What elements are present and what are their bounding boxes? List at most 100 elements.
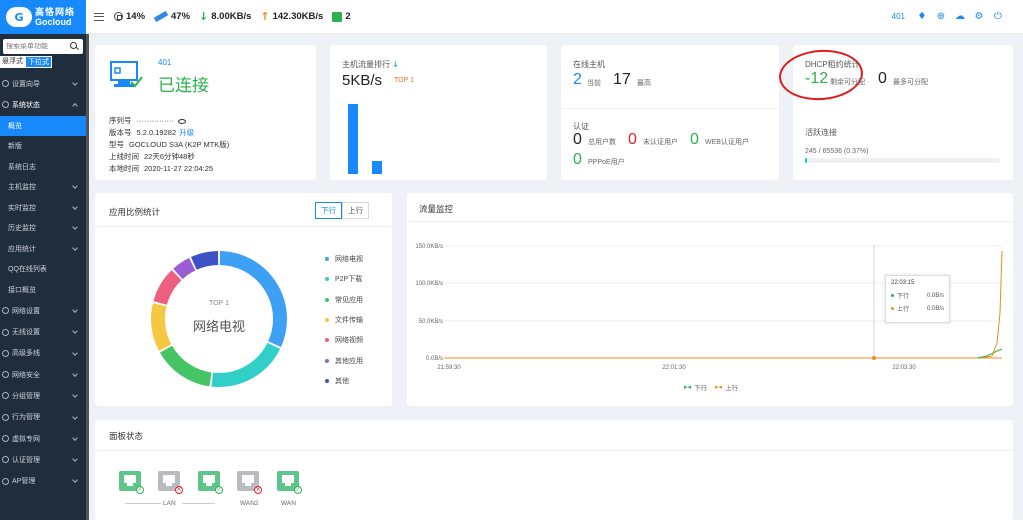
menu-item-icon <box>2 435 9 443</box>
brand-name-cn: 高恪网络 <box>35 7 76 17</box>
direction-tabs: 下行 上行 <box>315 202 369 219</box>
flow-ranking-title[interactable]: 主机流量排行 ↓ <box>342 59 399 70</box>
chevron-down-icon <box>72 477 78 484</box>
sidebar-item-label: 实时监控 <box>8 204 36 212</box>
sidebar-item-8[interactable]: 应用统计 <box>0 239 86 260</box>
online-hosts-title: 在线主机 <box>573 60 605 69</box>
chart-hover-point <box>872 356 876 360</box>
sidebar-item-10[interactable]: 接口概览 <box>0 280 86 301</box>
sidebar-item-label: 网络设置 <box>12 307 40 315</box>
sidebar-item-13[interactable]: 高级多线 <box>0 343 86 364</box>
lan-label: LAN <box>163 500 176 507</box>
donut-segment[interactable] <box>159 345 212 387</box>
legend-download[interactable]: ▸◂ 下行 <box>684 382 707 392</box>
donut-segment[interactable] <box>173 257 196 280</box>
web-users-label: WEB认证用户 <box>705 139 749 146</box>
donut-segment[interactable] <box>151 303 172 351</box>
chart-y-ticks: 150.0KB/s 100.0KB/s 50.0KB/s 0.0B/s <box>415 244 443 362</box>
ethernet-port-icon[interactable]: ✓ <box>119 471 144 494</box>
x-tick-label: 21:59:30 <box>437 365 461 371</box>
legend-item[interactable]: 其他应用 <box>325 350 363 370</box>
sidebar-item-7[interactable]: 历史监控 <box>0 218 86 239</box>
search-icon[interactable] <box>70 42 79 51</box>
legend-item[interactable]: 网络电视 <box>325 249 363 269</box>
sidebar-item-19[interactable]: AP管理 <box>0 470 86 491</box>
legend-item[interactable]: 网络视频 <box>325 330 363 350</box>
tab-upload[interactable]: 上行 <box>342 202 369 219</box>
menu-item-icon <box>2 349 9 357</box>
legend-dot <box>325 338 329 343</box>
uptime-row: 上线时间 22天6分钟48秒 <box>109 152 195 161</box>
tab-download[interactable]: 下行 <box>315 202 342 219</box>
app-legend: 网络电视 P2P下载 常见应用 文件传输 网络视频 其他应用 其他 <box>325 249 363 391</box>
menu-item-icon <box>2 456 9 464</box>
host-traffic-ranking-card: 主机流量排行 ↓ 5KB/s TOP 1 <box>330 45 547 180</box>
donut-segment[interactable] <box>153 270 182 306</box>
sidebar-scrollbar[interactable] <box>86 34 89 520</box>
status-count[interactable]: 401 <box>158 58 171 67</box>
gear-icon[interactable]: ⚙ <box>974 11 984 22</box>
legend-item[interactable]: 常见应用 <box>325 290 363 310</box>
localtime-row: 本地时间 2020-11-27 22:04:25 <box>109 164 214 173</box>
sidebar-item-3[interactable]: 新版 <box>0 136 86 157</box>
sidebar-item-15[interactable]: 分组管理 <box>0 385 86 406</box>
sidebar-item-14[interactable]: 网络安全 <box>0 364 86 385</box>
sidebar-item-0[interactable]: 设置向导 <box>0 73 86 94</box>
ethernet-port-icon[interactable]: × <box>237 471 262 494</box>
max-leases-value: 0 <box>878 70 887 87</box>
donut-segment[interactable] <box>211 342 281 387</box>
chevron-down-icon <box>72 224 78 230</box>
sidebar-item-4[interactable]: 系统日志 <box>0 157 86 178</box>
legend-upload[interactable]: ▸◂ 上行 <box>715 382 738 392</box>
sidebar-item-11[interactable]: 网络设置 <box>0 300 86 321</box>
chevron-down-icon <box>72 244 78 251</box>
menu-item-icon <box>2 413 9 421</box>
sidebar-item-2[interactable]: 概览 <box>0 115 86 137</box>
sidebar-item-12[interactable]: 无线设置 <box>0 321 86 342</box>
y-tick-label: 0.0B/s <box>426 356 443 362</box>
sidebar-item-label: 系统状态 <box>12 101 40 109</box>
globe-icon[interactable]: ⊕ <box>936 11 946 22</box>
wan2-label: WAN2 <box>240 500 259 507</box>
sidebar-item-label: 网络安全 <box>12 371 40 379</box>
ethernet-port-icon[interactable]: × <box>158 471 183 494</box>
sidebar-item-1[interactable]: 系统状态 <box>0 94 86 115</box>
menu-toggle-icon[interactable] <box>94 12 104 21</box>
sidebar-item-17[interactable]: 虚拟专网 <box>0 428 86 449</box>
eye-icon[interactable] <box>177 118 186 124</box>
y-tick-label: 150.0KB/s <box>415 244 443 250</box>
chevron-down-icon <box>72 392 78 399</box>
shirt-icon[interactable]: ♦ <box>917 11 927 22</box>
logo[interactable]: G 高恪网络 Gocloud <box>0 0 86 34</box>
mode-dropdown-button[interactable]: 下拉式 <box>25 56 52 68</box>
flow-bar[interactable] <box>372 161 382 174</box>
legend-item[interactable]: 其他 <box>325 371 363 391</box>
upload-speed: ↑ 142.30KB/s <box>260 10 324 23</box>
mode-float-button[interactable]: 悬浮式 <box>0 56 25 68</box>
legend-dot <box>325 358 329 363</box>
ethernet-port-icon[interactable]: ✓ <box>198 471 223 494</box>
flow-bar[interactable] <box>348 104 358 174</box>
legend-item[interactable]: P2P下载 <box>325 269 363 289</box>
cloud-icon[interactable]: ☁ <box>955 11 965 22</box>
sidebar-item-5[interactable]: 主机监控 <box>0 177 86 198</box>
chevron-down-icon <box>72 307 78 313</box>
sidebar-item-label: 虚拟专网 <box>12 435 40 443</box>
port-connected-icon: ✓ <box>294 486 302 494</box>
sidebar-item-18[interactable]: 认证管理 <box>0 449 86 470</box>
sidebar-item-label: 历史监控 <box>8 225 36 233</box>
ethernet-port-icon[interactable]: ✓ <box>277 471 302 494</box>
legend-item[interactable]: 文件传输 <box>325 310 363 330</box>
chevron-down-icon <box>72 328 78 335</box>
sidebar-item-9[interactable]: QQ在线列表 <box>0 259 86 280</box>
upgrade-link[interactable]: 升级 <box>179 128 194 137</box>
power-icon[interactable]: ⏻ <box>993 11 1003 22</box>
total-users-value: 0 <box>573 131 582 148</box>
max-hosts-value: 17 <box>613 71 631 88</box>
header-count[interactable]: 401 <box>892 12 905 21</box>
sidebar-item-16[interactable]: 行为管理 <box>0 407 86 428</box>
sidebar-item-label: 高级多线 <box>12 350 40 358</box>
menu-search-input[interactable] <box>3 43 63 50</box>
sidebar-item-6[interactable]: 实时监控 <box>0 198 86 219</box>
donut-segment[interactable] <box>190 251 219 270</box>
